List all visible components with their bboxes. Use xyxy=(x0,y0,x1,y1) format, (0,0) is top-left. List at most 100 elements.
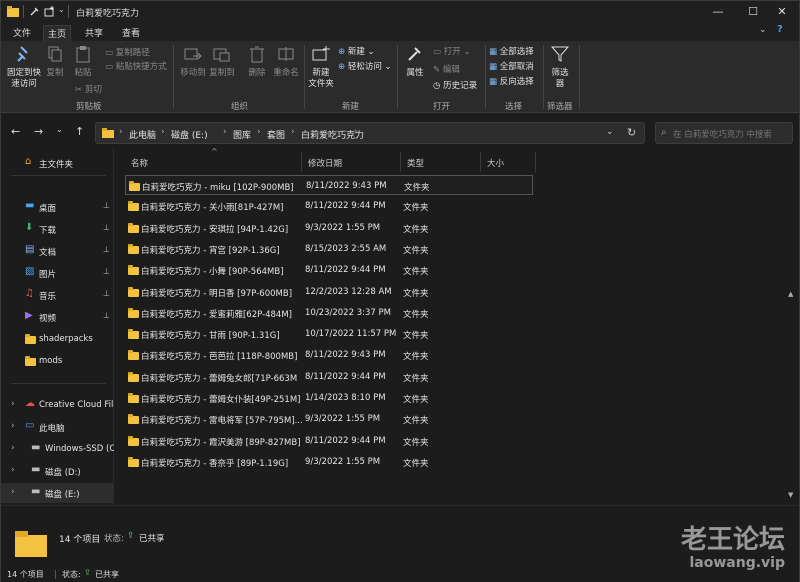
breadcrumb-sets[interactable]: 套图 xyxy=(267,128,285,141)
file-row[interactable]: 白莉爱吃巧克力 - 蕾姆女仆装[49P-251M] 1/14/2023 8:10 … xyxy=(125,388,533,408)
expand-chevron-icon[interactable]: › xyxy=(11,399,15,409)
sidebar-item[interactable]: ▶ 视频 ⊥ xyxy=(1,307,114,327)
sidebar-item[interactable]: › ☁ Creative Cloud Files xyxy=(1,395,114,415)
file-row[interactable]: 白莉爱吃巧克力 - 香奈乎 [89P-1.19G] 9/3/2022 1:55 P… xyxy=(125,452,533,472)
sidebar-item[interactable]: mods xyxy=(1,351,114,371)
invert-selection-button[interactable]: ▦ 反向选择 xyxy=(489,75,534,87)
scroll-down-icon[interactable]: ▼ xyxy=(788,491,793,499)
sidebar-item[interactable]: ▬ 桌面 ⊥ xyxy=(1,197,114,217)
expand-chevron-icon[interactable]: › xyxy=(11,465,15,475)
move-to-button[interactable]: 移动到 xyxy=(179,44,207,79)
sidebar-item[interactable]: › ▬ 磁盘 (E:) xyxy=(1,483,114,503)
new-folder-button[interactable]: 新建 文件夹 xyxy=(306,44,336,90)
tab-share[interactable]: 共享 xyxy=(81,25,107,40)
properties-button[interactable]: 属性 xyxy=(403,44,427,79)
tab-home[interactable]: 主页 xyxy=(43,25,72,41)
refresh-icon[interactable]: ↻ xyxy=(627,126,636,139)
close-button[interactable]: ✕ xyxy=(765,1,799,23)
file-type: 文件夹 xyxy=(403,352,429,363)
sidebar-item[interactable]: ▤ 文档 ⊥ xyxy=(1,241,114,261)
folder-icon xyxy=(128,456,139,467)
select-none-icon: ▦ xyxy=(489,62,500,72)
file-row[interactable]: 白莉爱吃巧克力 - 雷电将军 [57P-795M]... 9/3/2022 1:5… xyxy=(125,409,533,429)
quick-access-dropdown-icon[interactable]: ⌄ xyxy=(58,5,65,14)
vertical-scrollbar[interactable]: ▲ ▼ xyxy=(786,147,798,505)
select-all-button[interactable]: ▦ 全部选择 xyxy=(489,45,534,57)
divider xyxy=(579,45,580,109)
back-arrow-icon[interactable]: ← xyxy=(11,125,20,138)
tab-file[interactable]: 文件 xyxy=(9,25,35,40)
ribbon-collapse-icon[interactable]: ⌄ xyxy=(759,25,767,35)
search-box[interactable]: ⌕ 在 白莉爱吃巧克力 中搜索 xyxy=(655,122,793,144)
breadcrumb-drive-e[interactable]: 磁盘 (E:) xyxy=(171,128,208,141)
select-all-icon: ▦ xyxy=(489,47,500,57)
file-row[interactable]: 白莉爱吃巧克力 - 甘雨 [90P-1.31G] 10/17/2022 11:57… xyxy=(125,324,533,344)
address-dropdown-icon[interactable]: ⌄ xyxy=(606,127,614,137)
copy-to-button[interactable]: 复制到 xyxy=(208,44,236,79)
recent-locations-icon[interactable]: ⌄ xyxy=(56,125,63,134)
column-header-name[interactable]: 名称 xyxy=(125,152,302,172)
expand-chevron-icon[interactable]: › xyxy=(11,443,15,453)
sidebar-item[interactable]: › ▭ 此电脑 xyxy=(1,417,114,437)
scroll-up-icon[interactable]: ▲ xyxy=(788,290,793,298)
column-header-type[interactable]: 类型 xyxy=(401,152,481,172)
expand-chevron-icon[interactable]: › xyxy=(11,421,15,431)
cut-button[interactable]: ✂ 剪切 xyxy=(75,83,102,95)
breadcrumb-this-pc[interactable]: 此电脑 xyxy=(129,128,156,141)
help-icon[interactable]: ? xyxy=(777,24,783,35)
file-row[interactable]: 白莉爱吃巧克力 - 宵宫 [92P-1.36G] 8/15/2023 2:55 A… xyxy=(125,239,533,259)
breadcrumb-gallery[interactable]: 图库 xyxy=(233,128,251,141)
sidebar-item[interactable]: ⬇ 下载 ⊥ xyxy=(1,219,114,239)
tab-view[interactable]: 查看 xyxy=(118,25,144,40)
up-arrow-icon[interactable]: ↑ xyxy=(75,125,84,138)
file-row[interactable]: 白莉爱吃巧克力 - 小舞 [90P-564MB] 8/11/2022 9:44 P… xyxy=(125,260,533,280)
select-none-button[interactable]: ▦ 全部取消 xyxy=(489,60,534,72)
sidebar-item[interactable]: shaderpacks xyxy=(1,329,114,349)
paste-shortcut-button[interactable]: ▭ 粘贴快捷方式 xyxy=(105,60,167,72)
sidebar-item[interactable]: ⌂ 主文件夹 xyxy=(1,153,114,173)
file-row[interactable]: 白莉爱吃巧克力 - 蕾姆兔女郎[71P-663M 8/11/2022 9:44 P… xyxy=(125,367,533,387)
open-button[interactable]: ▭ 打开 ⌄ xyxy=(433,45,471,57)
file-row[interactable]: 白莉爱吃巧克力 - 芭芭拉 [118P-800MB] 8/11/2022 9:43… xyxy=(125,345,533,365)
rename-icon xyxy=(278,47,294,61)
column-header-date[interactable]: 修改日期 xyxy=(302,152,401,172)
history-button[interactable]: ◷ 历史记录 xyxy=(433,79,477,91)
minimize-button[interactable]: — xyxy=(701,1,735,23)
breadcrumb-separator-icon: › xyxy=(119,127,123,137)
scissors-icon: ✂ xyxy=(75,85,85,95)
copy-button[interactable]: 复制 xyxy=(45,44,65,79)
file-type: 文件夹 xyxy=(403,309,429,320)
divider xyxy=(543,45,544,109)
rename-button[interactable]: 重命名 xyxy=(271,44,301,79)
sidebar-item[interactable]: ♫ 音乐 ⊥ xyxy=(1,285,114,305)
pin-quick-access-button[interactable]: 固定到快 速访问 xyxy=(5,44,43,90)
file-row[interactable]: 白莉爱吃巧克力 - miku [102P-900MB] 8/11/2022 9:4… xyxy=(125,175,533,195)
file-row[interactable]: 白莉爱吃巧克力 - 关小雨[81P-427M] 8/11/2022 9:44 PM… xyxy=(125,196,533,216)
properties-quick-icon[interactable] xyxy=(29,6,40,17)
expand-chevron-icon[interactable]: › xyxy=(11,487,15,497)
sidebar-item[interactable]: › ▬ Windows-SSD (C:) xyxy=(1,439,114,459)
new-item-button[interactable]: ⊕ 新建 ⌄ xyxy=(338,45,375,57)
paste-button[interactable]: 粘贴 xyxy=(73,44,93,79)
file-row[interactable]: 白莉爱吃巧克力 - 霞沢美游 [89P-827MB] 8/11/2022 9:44… xyxy=(125,431,533,451)
address-bar[interactable]: › 此电脑 › 磁盘 (E:) › 图库 › 套图 › 白莉爱吃巧克力 › ⌄ … xyxy=(95,122,645,144)
column-header-size[interactable]: 大小 xyxy=(481,152,536,172)
file-name: 白莉爱吃巧克力 - 雷电将军 [57P-795M]... xyxy=(141,416,303,427)
sidebar-item[interactable]: › ▬ 磁盘 (D:) xyxy=(1,461,114,481)
file-row[interactable]: 白莉爱吃巧克力 - 爱蜜莉雅[62P-484M] 10/23/2022 3:37 … xyxy=(125,303,533,323)
file-row[interactable]: 白莉爱吃巧克力 - 安琪拉 [94P-1.42G] 9/3/2022 1:55 P… xyxy=(125,218,533,238)
copy-path-button[interactable]: ▭ 复制路径 xyxy=(105,46,150,58)
edit-button[interactable]: ✎ 编辑 xyxy=(433,63,460,75)
file-row[interactable]: 白莉爱吃巧克力 - 明日香 [97P-600MB] 12/2/2023 12:28… xyxy=(125,282,533,302)
file-name: 白莉爱吃巧克力 - 蕾姆兔女郎[71P-663M xyxy=(141,373,298,384)
divider xyxy=(173,45,174,109)
group-label-new: 新建 xyxy=(342,102,360,112)
forward-arrow-icon[interactable]: → xyxy=(34,125,43,138)
easy-access-button[interactable]: ⊕ 轻松访问 ⌄ xyxy=(338,60,392,72)
new-folder-quick-icon[interactable] xyxy=(44,6,55,17)
sidebar-item[interactable]: ▨ 图片 ⊥ xyxy=(1,263,114,283)
file-type: 文件夹 xyxy=(403,245,429,256)
filter-button[interactable]: 筛选 器 xyxy=(547,44,573,90)
delete-button[interactable]: 删除 xyxy=(245,44,269,79)
file-date: 9/3/2022 1:55 PM xyxy=(305,414,381,425)
